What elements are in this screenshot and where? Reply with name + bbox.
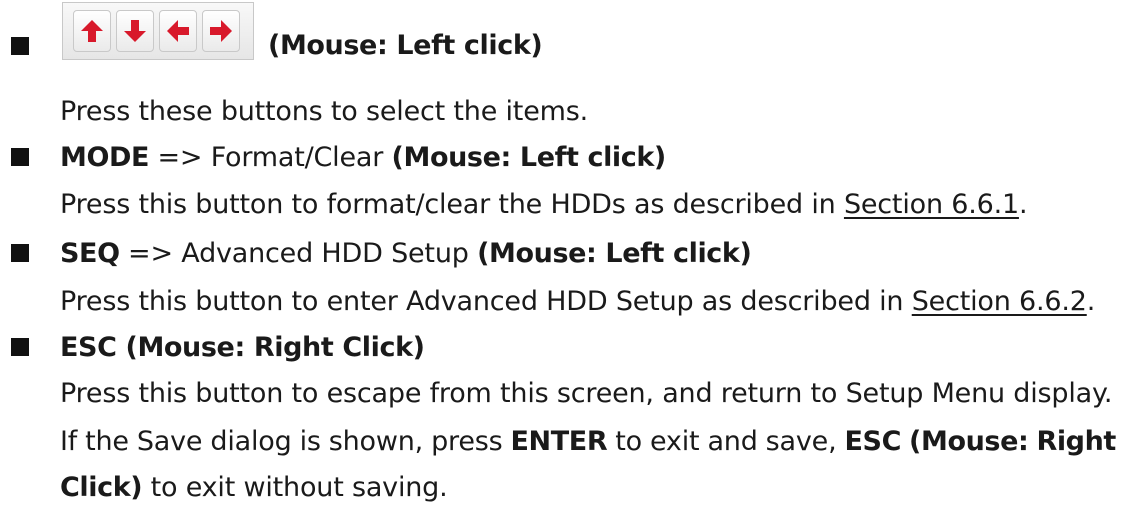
save-word: shown, bbox=[328, 426, 424, 457]
esc-key: ESC bbox=[844, 426, 902, 457]
save-word: save, bbox=[765, 426, 837, 457]
esc-heading: ESC (Mouse: Right Click) bbox=[60, 332, 425, 363]
up-arrow-button[interactable] bbox=[73, 10, 111, 52]
seq-mouse-note: (Mouse: Left click) bbox=[477, 238, 752, 269]
save-dialog-tail: to exit without saving. bbox=[142, 472, 448, 503]
seq-description: Press this button to enter Advanced HDD … bbox=[60, 285, 1095, 319]
seq-action: => Advanced HDD Setup bbox=[119, 238, 478, 269]
mode-mouse-note: (Mouse: Left click) bbox=[391, 142, 667, 173]
bullet-marker bbox=[11, 338, 29, 356]
bullet-marker bbox=[11, 37, 29, 55]
bullet-marker bbox=[11, 244, 29, 262]
save-word: If bbox=[60, 426, 78, 457]
save-word: to bbox=[615, 426, 642, 457]
left-arrow-icon bbox=[167, 20, 189, 42]
mode-action: => Format/Clear bbox=[149, 142, 392, 173]
save-dialog-line-1: If the Save dialog is shown, press ENTER… bbox=[60, 425, 1116, 459]
arrow-description: Press these buttons to select the items. bbox=[60, 96, 588, 127]
section-6-6-1-link[interactable]: Section 6.6.1 bbox=[844, 189, 1019, 220]
section-6-6-2-link[interactable]: Section 6.6.2 bbox=[912, 286, 1087, 317]
save-word: press bbox=[431, 426, 503, 457]
esc-description: Press this button to escape from this sc… bbox=[60, 378, 1113, 409]
enter-key: ENTER bbox=[510, 426, 608, 457]
save-word: is bbox=[299, 426, 321, 457]
seq-description-suffix: . bbox=[1086, 286, 1096, 317]
mode-heading: MODE => Format/Clear (Mouse: Left click) bbox=[60, 141, 666, 175]
seq-description-text: Press this button to enter Advanced HDD … bbox=[60, 286, 912, 317]
mode-description: Press this button to format/clear the HD… bbox=[60, 188, 1028, 222]
esc-key-right: Right bbox=[1036, 426, 1116, 457]
up-arrow-icon bbox=[81, 20, 103, 42]
save-word: Save bbox=[136, 426, 203, 457]
right-arrow-icon bbox=[210, 20, 232, 42]
seq-key: SEQ bbox=[60, 238, 120, 269]
save-word: the bbox=[85, 426, 129, 457]
down-arrow-icon bbox=[124, 20, 146, 42]
seq-heading: SEQ => Advanced HDD Setup (Mouse: Left c… bbox=[60, 237, 752, 271]
save-word: dialog bbox=[210, 426, 292, 457]
save-word: exit bbox=[650, 426, 700, 457]
esc-key-click: Click) bbox=[60, 472, 143, 503]
right-arrow-button[interactable] bbox=[202, 10, 240, 52]
left-arrow-button[interactable] bbox=[159, 10, 197, 52]
mode-description-suffix: . bbox=[1018, 189, 1028, 220]
arrow-mouse-note: (Mouse: Left click) bbox=[268, 30, 543, 61]
mode-key: MODE bbox=[60, 142, 150, 173]
save-dialog-line-2: Click) to exit without saving. bbox=[60, 471, 448, 505]
bullet-marker bbox=[11, 148, 29, 166]
down-arrow-button[interactable] bbox=[116, 10, 154, 52]
arrow-button-strip bbox=[62, 2, 254, 60]
mode-description-text: Press this button to format/clear the HD… bbox=[60, 189, 844, 220]
save-word: and bbox=[707, 426, 758, 457]
esc-key-mouse: (Mouse: bbox=[909, 426, 1029, 457]
